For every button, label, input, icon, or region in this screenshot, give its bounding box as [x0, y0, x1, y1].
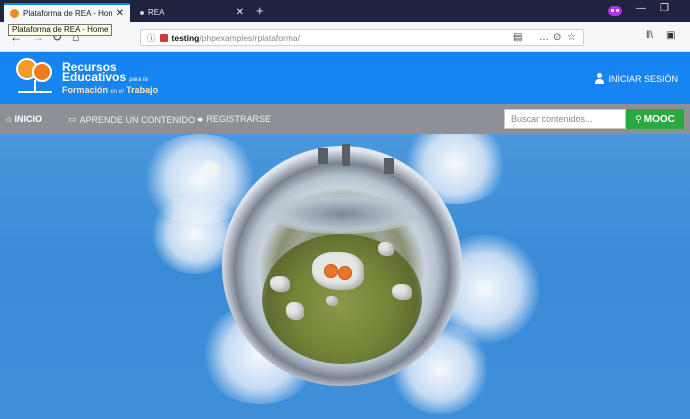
site-header: Recursos Educativos para la Formación en… [0, 52, 690, 104]
new-tab-plus-icon[interactable]: + [256, 3, 264, 18]
rock [392, 284, 412, 300]
moon-icon [204, 162, 218, 176]
page-actions-icon[interactable]: … [539, 32, 549, 43]
url-path: /phpexamples/rplataforma/ [199, 32, 301, 43]
orange-tree [324, 264, 338, 278]
tab-title: Plataforma de REA - Home [23, 9, 112, 18]
site-favicon-icon [10, 9, 19, 18]
browser-tab-home[interactable]: Plataforma de REA - Home ✕ [4, 3, 130, 22]
nav-item-label: INICIO [14, 114, 42, 124]
reader-view-icon[interactable]: ▤ [513, 32, 522, 43]
hero-banner-image [0, 134, 690, 419]
nav-item-label: APRENDE UN CONTENIDO [79, 114, 196, 125]
rock [326, 296, 338, 306]
building [342, 144, 350, 166]
logo-line-educativos: Educativos para la [62, 70, 148, 84]
url-bar[interactable]: ⓘ testing /phpexamples/rplataforma/ ▤ … … [140, 29, 584, 46]
logo-line-formacion: Formación en el Trabajo [62, 85, 159, 95]
library-icon[interactable]: ‖\ [646, 30, 653, 41]
search-icon: ⚲ [635, 113, 642, 124]
sidebar-icon[interactable]: ▣ [666, 30, 675, 41]
browser-tab-bar: Plataforma de REA - Home ✕ REA ✕ + — ❐ [0, 0, 690, 22]
close-tab-icon[interactable]: ✕ [116, 8, 124, 19]
building [318, 148, 328, 164]
orange-tree [338, 266, 352, 280]
rock [378, 242, 394, 256]
maximize-icon[interactable]: ❐ [660, 3, 669, 14]
rea-logo-icon[interactable] [16, 58, 56, 94]
nav-item-aprende[interactable]: ▭ APRENDE UN CONTENIDO ▾ [68, 114, 201, 125]
mooc-label: MOOC [643, 113, 675, 125]
tab-tooltip: Plataforma de REA - Home [8, 24, 113, 36]
building [384, 158, 394, 174]
nav-item-inicio[interactable]: ⌂ INICIO [6, 114, 42, 124]
pocket-icon[interactable]: ⊙ [553, 32, 561, 43]
login-button[interactable]: INICIAR SESIÓN [594, 73, 678, 84]
site-nav-bar: ⌂ INICIO ▭ APRENDE UN CONTENIDO ▾ ● REGI… [0, 104, 690, 134]
nav-item-registrarse[interactable]: ● REGISTRARSE [198, 114, 271, 124]
rock [286, 302, 304, 320]
site-logo-text[interactable]: Recursos Educativos para la Formación en… [62, 61, 159, 97]
tab-favicon-icon [140, 10, 144, 15]
private-browsing-mask-icon [608, 6, 622, 16]
close-tab-icon[interactable]: ✕ [236, 7, 244, 18]
browser-tab-rea[interactable]: REA ✕ [134, 3, 250, 22]
bookmark-star-icon[interactable]: ☆ [567, 32, 576, 43]
user-icon [594, 73, 605, 84]
pond [268, 194, 418, 234]
home-icon: ⌂ [6, 114, 12, 124]
mooc-search-button[interactable]: ⚲ MOOC [626, 109, 684, 129]
logo-para: para la [129, 77, 148, 83]
nav-item-label: REGISTRARSE [206, 114, 271, 124]
rock [270, 276, 290, 292]
chat-icon: ▭ [68, 114, 77, 124]
info-circle-icon[interactable]: ⓘ [147, 32, 156, 44]
login-label: INICIAR SESIÓN [608, 73, 678, 84]
insecure-lock-icon[interactable] [159, 33, 168, 42]
search-input[interactable] [504, 109, 626, 129]
url-host: testing [171, 32, 200, 43]
minimize-icon[interactable]: — [636, 3, 646, 14]
tab-title: REA [148, 8, 165, 17]
info-icon: ● [198, 114, 204, 124]
